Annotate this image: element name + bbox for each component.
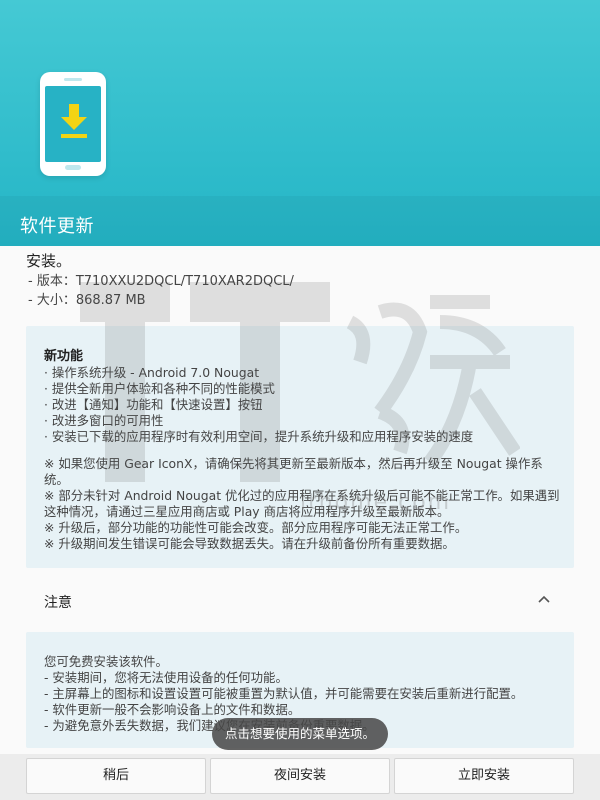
later-button[interactable]: 稍后 (26, 758, 206, 794)
toast-message: 点击想要使用的菜单选项。 (212, 718, 388, 750)
chevron-up-icon[interactable] (536, 592, 552, 606)
notice-header-row[interactable] (26, 578, 574, 622)
tablet-illustration (40, 72, 106, 176)
page-title: 软件更新 (20, 216, 94, 237)
whats-new-title: 新功能 (44, 349, 84, 364)
device-home-button (65, 165, 81, 170)
device-speaker (64, 78, 82, 81)
install-now-button[interactable]: 立即安装 (394, 758, 574, 794)
note-item: ※ 升级期间发生错误可能会导致数据丢失。请在升级前备份所有重要数据。 (44, 536, 455, 551)
device-screen (45, 86, 101, 162)
install-heading: 安装。 (26, 252, 72, 270)
watermark-url: ithome.com (300, 490, 452, 515)
notice-title: 注意 (44, 595, 72, 611)
header-banner: 软件更新 (0, 0, 600, 246)
install-overnight-button[interactable]: 夜间安装 (210, 758, 390, 794)
download-icon (61, 104, 87, 138)
